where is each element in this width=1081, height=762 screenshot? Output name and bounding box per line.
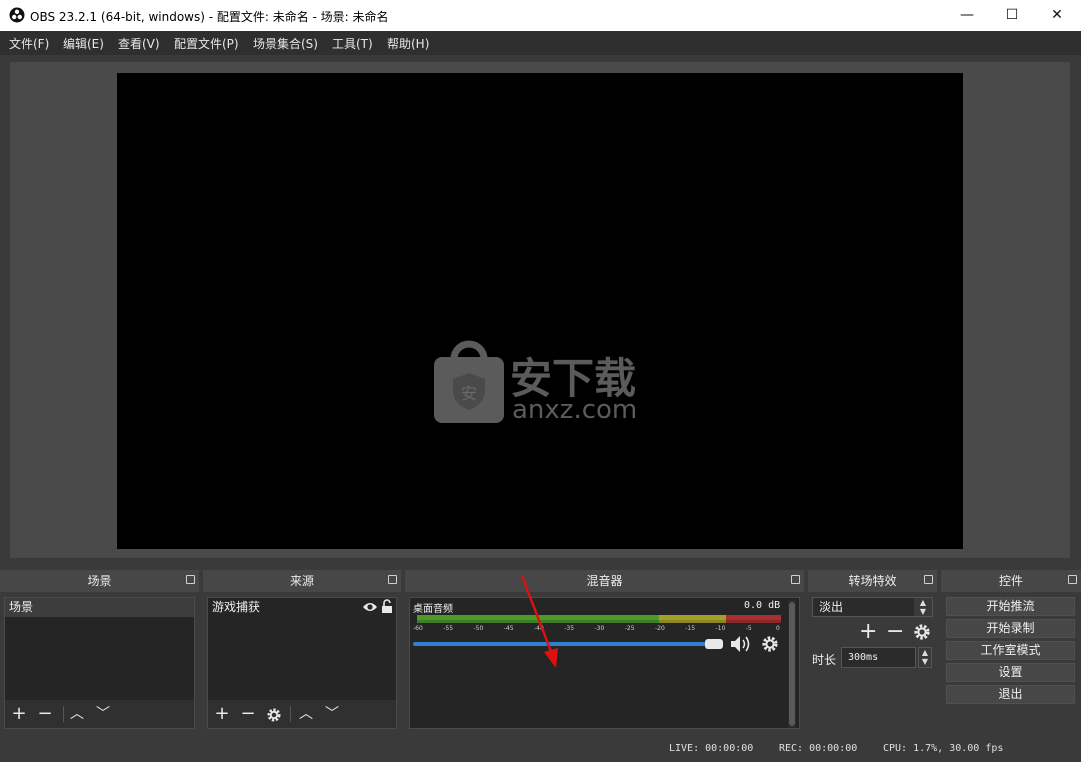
meter-tick-label: 0 [776,625,780,632]
select-arrows-icon: ▲ ▼ [914,598,932,616]
shopping-bag-icon: 安 [434,340,504,423]
controls-dock-title: 控件 [941,570,1081,592]
volume-slider-handle[interactable] [705,639,723,649]
float-icon[interactable] [186,575,195,584]
title-bar: OBS 23.2.1 (64-bit, windows) - 配置文件: 未命名… [0,0,1081,31]
mixer-scrollbar-thumb[interactable] [789,602,795,726]
live-status: LIVE: 00:00:00 [669,743,754,754]
close-button[interactable]: ✕ [1034,0,1080,31]
scene-item[interactable]: 场景 [5,598,194,617]
annotation-arrow [520,575,558,668]
gear-icon[interactable] [913,623,931,641]
menu-profile[interactable]: 配置文件(P) [174,35,239,52]
speaker-icon[interactable] [729,634,753,654]
float-icon[interactable] [1068,575,1077,584]
float-icon[interactable] [924,575,933,584]
move-scene-up-button[interactable]: ︿ [67,704,87,724]
move-source-down-button[interactable]: ﹀ [322,704,342,724]
sources-dock: 来源 游戏捕获 + − ︿ ﹀ [203,570,401,732]
scenes-dock-title: 场景 [0,570,199,592]
obs-logo-icon [9,7,25,23]
meter-tick-label: -15 [685,625,696,632]
sources-toolbar: + − ︿ ﹀ [208,700,396,728]
meter-tick-label: -55 [443,625,454,632]
status-bar: LIVE: 00:00:00 REC: 00:00:00 CPU: 1.7%, … [0,734,1081,762]
studio-mode-button[interactable]: 工作室模式 [946,641,1075,660]
duration-value: 300ms [848,652,879,663]
menu-bar: 文件(F) 编辑(E) 查看(V) 配置文件(P) 场景集合(S) 工具(T) … [0,31,1081,55]
rec-status: REC: 00:00:00 [779,743,858,754]
move-source-up-button[interactable]: ︿ [296,704,316,724]
meter-tick-label: -35 [564,625,575,632]
add-source-button[interactable]: + [212,704,232,724]
transitions-dock-title: 转场特效 [808,570,937,592]
eye-icon[interactable] [362,601,378,613]
watermark-logo: 安 安下载 anxz.com [432,339,652,429]
source-item[interactable]: 游戏捕获 [208,598,396,617]
menu-file[interactable]: 文件(F) [9,35,49,52]
duration-label: 时长 [812,653,837,667]
meter-tick-label: -5 [745,625,752,632]
meter-red-2 [726,620,781,623]
add-transition-button[interactable]: + [859,619,877,644]
remove-scene-button[interactable]: − [35,704,55,724]
meter-tick-label: -45 [503,625,514,632]
maximize-button[interactable]: ☐ [989,0,1035,31]
watermark-url: anxz.com [512,395,638,425]
mixer-level: 0.0 dB [744,600,781,611]
toolbar-divider [290,706,291,722]
scenes-toolbar: + − ︿ ﹀ [5,700,194,728]
settings-button[interactable]: 设置 [946,663,1075,682]
duration-input[interactable]: 300ms [841,647,916,668]
gear-icon[interactable] [761,635,779,653]
mixer-dock-title: 混音器 [405,570,804,592]
volume-slider-track[interactable] [413,642,721,646]
sources-dock-title: 来源 [203,570,401,592]
meter-tick-label: -25 [624,625,635,632]
menu-edit[interactable]: 编辑(E) [63,35,104,52]
remove-transition-button[interactable]: − [886,619,904,644]
lock-icon[interactable] [381,599,393,614]
move-scene-down-button[interactable]: ﹀ [93,704,113,724]
float-icon[interactable] [791,575,800,584]
remove-source-button[interactable]: − [238,704,258,724]
scenes-dock: 场景 场景 + − ︿ ﹀ [0,570,199,732]
duration-spinner[interactable]: ▲ ▼ [918,647,932,668]
minimize-button[interactable]: — [944,0,990,31]
svg-text:安: 安 [461,384,477,403]
sources-list[interactable]: 游戏捕获 + − ︿ ﹀ [207,597,397,729]
menu-help[interactable]: 帮助(H) [387,35,429,52]
preview-canvas[interactable]: 安 安下载 anxz.com [117,73,963,549]
meter-tick-label: -20 [655,625,665,632]
cpu-status: CPU: 1.7%, 30.00 fps [883,743,1004,754]
mixer-scrollbar[interactable] [788,600,796,728]
menu-tools[interactable]: 工具(T) [332,35,373,52]
meter-tick-label: -10 [715,625,726,632]
transition-selected: 淡出 [819,600,844,614]
source-name: 游戏捕获 [212,600,261,614]
toolbar-divider [63,706,64,722]
meter-tick-label: -50 [473,625,484,632]
meter-tick-label: -30 [594,625,605,632]
scenes-list[interactable]: 场景 + − ︿ ﹀ [4,597,195,729]
transition-select[interactable]: 淡出 ▲ ▼ [812,597,933,617]
start-recording-button[interactable]: 开始录制 [946,619,1075,638]
add-scene-button[interactable]: + [9,704,29,724]
menu-scene-collection[interactable]: 场景集合(S) [253,35,318,52]
window-title: OBS 23.2.1 (64-bit, windows) - 配置文件: 未命名… [30,10,389,24]
meter-tick-label: -60 [413,625,423,632]
start-streaming-button[interactable]: 开始推流 [946,597,1075,616]
gear-icon[interactable] [266,707,282,723]
exit-button[interactable]: 退出 [946,685,1075,704]
meter-yellow-2 [659,620,726,623]
float-icon[interactable] [388,575,397,584]
menu-view[interactable]: 查看(V) [118,35,160,52]
mixer-channel-name: 桌面音频 [413,604,453,615]
